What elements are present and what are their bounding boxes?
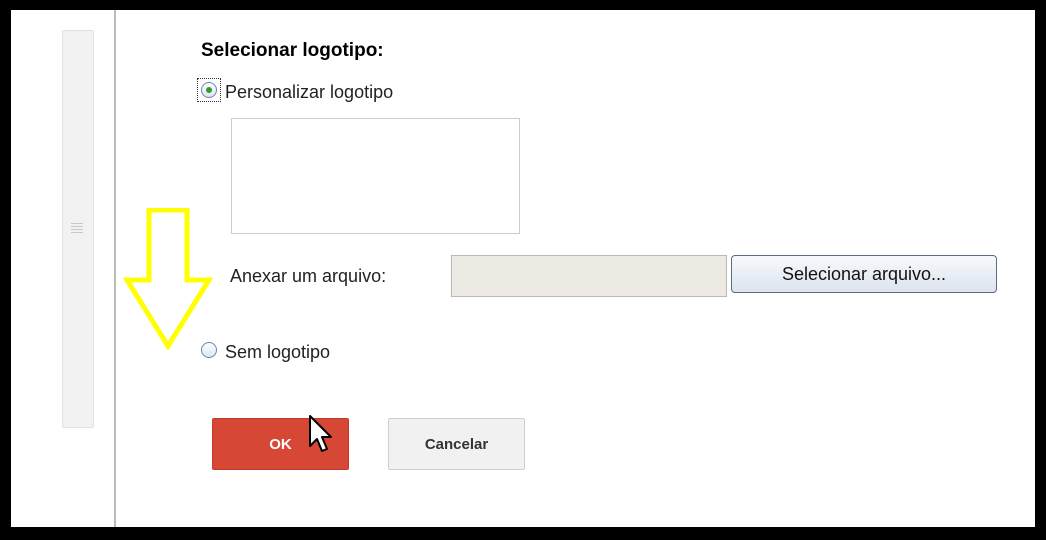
- left-margin: [11, 10, 61, 527]
- down-arrow-icon: [123, 208, 213, 351]
- scrollbar[interactable]: [62, 30, 94, 428]
- custom-logo-label[interactable]: Personalizar logotipo: [225, 82, 393, 103]
- panel-divider: [114, 10, 116, 527]
- file-path-field[interactable]: [451, 255, 727, 297]
- cancel-button[interactable]: Cancelar: [388, 418, 525, 470]
- no-logo-label[interactable]: Sem logotipo: [225, 342, 330, 363]
- section-title: Selecionar logotipo:: [201, 40, 384, 61]
- screenshot-frame: Selecionar logotipo: Personalizar logoti…: [0, 0, 1046, 540]
- scrollbar-grip[interactable]: [71, 221, 83, 233]
- logo-preview-box: [231, 118, 520, 234]
- custom-logo-radio[interactable]: [201, 82, 217, 98]
- no-logo-radio[interactable]: [201, 342, 217, 358]
- select-file-button[interactable]: Selecionar arquivo...: [731, 255, 997, 293]
- mouse-pointer-icon: [309, 415, 332, 452]
- attach-file-label: Anexar um arquivo:: [230, 266, 387, 286]
- logo-settings-panel: Selecionar logotipo: Personalizar logoti…: [11, 10, 1035, 527]
